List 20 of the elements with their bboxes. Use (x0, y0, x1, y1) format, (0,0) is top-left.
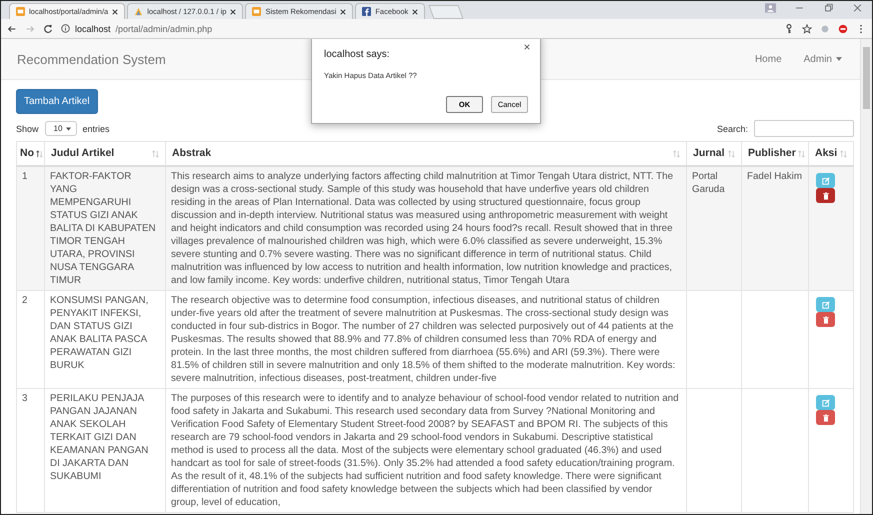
search-label: Search: (716, 124, 748, 134)
dialog-title: localhost says: (324, 49, 390, 60)
row-number: 1 (22, 171, 28, 182)
row-number: 2 (22, 295, 28, 306)
brand-title[interactable]: Recommendation System (17, 52, 166, 66)
nav-link[interactable]: Home (754, 54, 782, 64)
journal-name: Portal Garuda (692, 171, 725, 195)
entries-select[interactable]: 10 (44, 121, 77, 136)
row-number: 3 (22, 393, 28, 404)
article-title: PERILAKU PENJAJA PANGAN JAJANAN ANAK SEKOLAH TERKAIT GIZI DAN KEAMANAN PANGAN DI JAKARTA DAN SUKABUMI (50, 393, 148, 482)
abstract-text: This research aims to analyze underlying factors affecting child malnutrition at Timor Tengah Utara district, NTT. The design was a cross-sectional study. Sample of this study was household that have underfive years old children residing in the areas of Plan International. Data was collected by using structured questionnaire, focus group discussion and in-depth interview. Nutritional status was measured using anthropometric measurement with weight and height indicators and child consumption was recorded using 24 hours food?s recall. Result showed that in three villages prevalence of malnourished children was high, which were 6.0% classified as severe underweight, 15.3% severe stunting and 0.7% severe wasting. There was no significant difference in term of nutritional status. Child malnutrition was influenced by low access to nutrition and health information, low nutrition knowledge and practices, and low family income. Key words: underfive children, nutritional status, Timor Tengah Utara (171, 171, 674, 286)
abstract-text: The purposes of this research were to identify and to analyze behaviour of school-food vendor related to nutrition and food safety in Jakarta and Sukabumi. This research used secondary data from Survey ?National Monitoring and Verification Food Safety of Elementary Student Street-food 2008? by SEAFAST and BPOM RI. The subjects of this research are 79 school-food vendors in Jakarta and 29 school-food vendors in Sukabumi. Descriptive statistical method is used to process all the data. Most of the subjects were elementary school graduated (46.3%) and used handcart as tool for sale of street-foods (31.5%). Only 35.2% had attended a food safety education/training program. As the result of it, 48.1% of the subjects had sufficient nutrition and food safety knowledge. There were significant differentiation of nutrition and food safety knowledge between the subjects which had been classified by vendor group, level of education, (171, 393, 679, 508)
show-label: Show (16, 124, 39, 134)
nav-link[interactable]: Admin (804, 54, 842, 64)
add-article-button[interactable]: Tambah Artikel (16, 89, 98, 114)
publisher-name: Fadel Hakim (747, 171, 802, 182)
article-title: FAKTOR-FAKTOR YANG MEMPENGARUHI STATUS GIZI ANAK BALITA DI KABUPATEN TIMOR TENGAH UTARA, PROVINSI NUSA TENGGARA TIMUR (50, 171, 156, 286)
abstract-text: The research objective was to determine food consumption, infectious diseases, and nutritional status of children under-five years old after the treatment of severe malnutrition at Puskesmas. The cross-sectional study design was conducted in four sub-districs in Bogor. The number of 27 children was selected purposively out of 44 patients at the Puskesmas. The results showed that 88.9% and 77.8% of children consumed less than 70% RDA of energy and protein. In the last three months, the most children suffered from diarrhoea (55.6%) and ARI (59.3%). There were 81.5% of children still in severe malnutrition and only 18.5% of them shifted to the moderate malnutrition. Key words: severe malnutrition, infectious diseases, post-treatment, children under-five (171, 295, 676, 384)
entries-label: entries (82, 124, 110, 134)
article-title: KONSUMSI PANGAN, PENYAKIT INFEKSI, DAN STATUS GIZI ANAK BALITA PASCA PERAWATAN GIZI BURUK (50, 295, 148, 371)
